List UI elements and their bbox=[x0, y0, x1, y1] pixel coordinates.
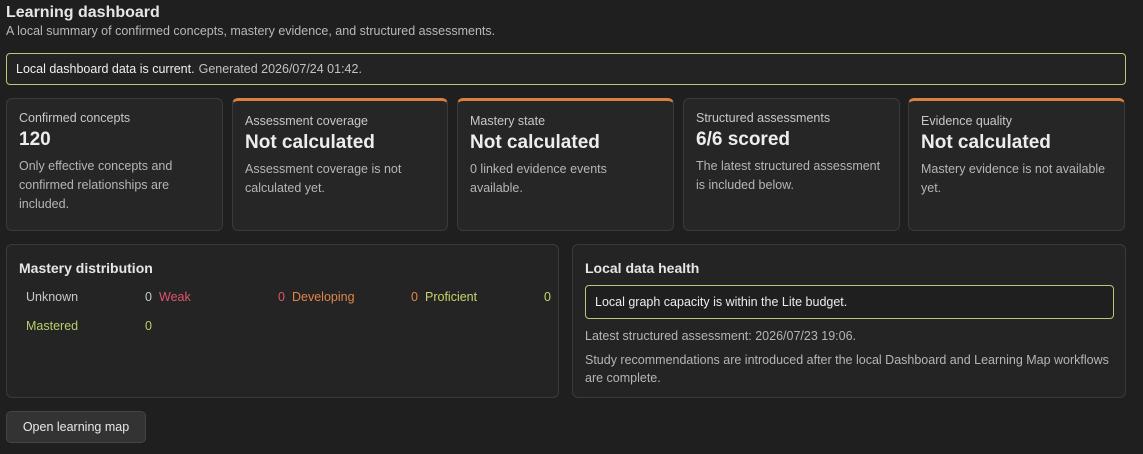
card-structured-assessments: Structured assessments 6/6 scored The la… bbox=[683, 98, 900, 231]
card-value: Not calculated bbox=[470, 132, 600, 153]
card-evidence-quality: Evidence quality Not calculated Mastery … bbox=[908, 98, 1125, 231]
card-description: 0 linked evidence events available. bbox=[470, 162, 607, 195]
status-strong: Local dashboard data is current. bbox=[16, 62, 195, 76]
card-description: Assessment coverage is not calculated ye… bbox=[245, 162, 402, 195]
card-value: 6/6 scored bbox=[696, 129, 790, 150]
dist-item-developing: Developing 0 bbox=[292, 290, 418, 308]
dist-count: 0 bbox=[145, 290, 152, 304]
dist-name: Weak bbox=[159, 290, 191, 304]
dist-count: 0 bbox=[544, 290, 551, 304]
status-generated: Generated 2026/07/24 01:42. bbox=[198, 62, 362, 76]
page-title: Learning dashboard bbox=[6, 4, 160, 21]
dist-name: Proficient bbox=[425, 290, 478, 304]
card-label: Structured assessments bbox=[696, 111, 831, 125]
panel-title: Local data health bbox=[585, 260, 700, 276]
open-learning-map-button[interactable]: Open learning map bbox=[6, 411, 146, 443]
mastery-distribution-panel: Mastery distribution Unknown 0 Weak 0 De… bbox=[6, 244, 559, 398]
card-description: The latest structured assessment is incl… bbox=[696, 159, 881, 192]
latest-assessment-text: Latest structured assessment: 2026/07/23… bbox=[585, 329, 857, 343]
dist-name: Unknown bbox=[26, 290, 79, 304]
dist-item-proficient: Proficient 0 bbox=[425, 290, 551, 308]
page-subtitle: A local summary of confirmed concepts, m… bbox=[6, 24, 496, 38]
dist-item-weak: Weak 0 bbox=[159, 290, 285, 308]
card-value: Not calculated bbox=[245, 132, 375, 153]
card-value: Not calculated bbox=[921, 132, 1051, 153]
dist-name: Developing bbox=[292, 290, 355, 304]
card-assessment-coverage: Assessment coverage Not calculated Asses… bbox=[232, 98, 448, 231]
dist-item-mastered: Mastered 0 bbox=[26, 319, 152, 337]
card-label: Evidence quality bbox=[921, 114, 1013, 128]
status-banner: Local dashboard data is current. Generat… bbox=[6, 53, 1126, 85]
card-mastery-state: Mastery state Not calculated 0 linked ev… bbox=[457, 98, 674, 231]
dist-count: 0 bbox=[411, 290, 418, 304]
panel-title: Mastery distribution bbox=[19, 260, 153, 276]
card-label: Assessment coverage bbox=[245, 114, 368, 128]
recommendation-note: Study recommendations are introduced aft… bbox=[585, 353, 1109, 385]
capacity-banner: Local graph capacity is within the Lite … bbox=[585, 285, 1114, 319]
card-label: Mastery state bbox=[470, 114, 546, 128]
card-label: Confirmed concepts bbox=[19, 111, 131, 125]
dist-name: Mastered bbox=[26, 319, 79, 333]
card-confirmed-concepts: Confirmed concepts 120 Only effective co… bbox=[6, 98, 223, 231]
card-value: 120 bbox=[19, 129, 51, 150]
dist-count: 0 bbox=[145, 319, 152, 333]
dist-item-unknown: Unknown 0 bbox=[26, 290, 152, 308]
card-description: Only effective concepts and confirmed re… bbox=[19, 159, 173, 211]
local-data-health-panel: Local data health Local graph capacity i… bbox=[572, 244, 1126, 398]
card-description: Mastery evidence is not available yet. bbox=[921, 162, 1106, 195]
dist-count: 0 bbox=[278, 290, 285, 304]
